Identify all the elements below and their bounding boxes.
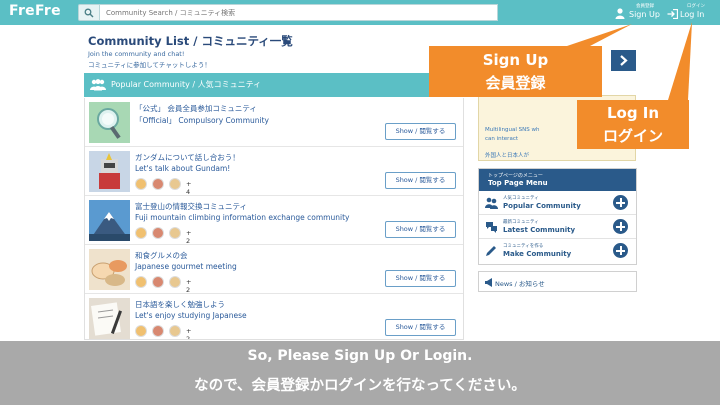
login-callout-en: Log In <box>606 104 660 122</box>
signup-callout-en: Sign Up <box>482 51 549 69</box>
signup-callout: Sign Up 会員登録 <box>429 46 602 97</box>
caption-line-en: So, Please Sign Up Or Login. <box>247 348 473 364</box>
login-callout-jp: ログイン <box>602 127 663 145</box>
signup-pointer-arrow <box>567 24 632 46</box>
caption-bar: So, Please Sign Up Or Login. なので、会員登録かログ… <box>0 341 720 405</box>
login-pointer-arrow <box>668 22 692 100</box>
caption-line-jp: なので、会員登録かログインを行なってください。 <box>194 378 526 394</box>
page: FreFre 会員登録 Sign Up ログイン Log In Comm <box>0 0 720 405</box>
login-callout: Log In ログイン <box>577 100 689 149</box>
signup-callout-jp: 会員登録 <box>485 74 546 92</box>
